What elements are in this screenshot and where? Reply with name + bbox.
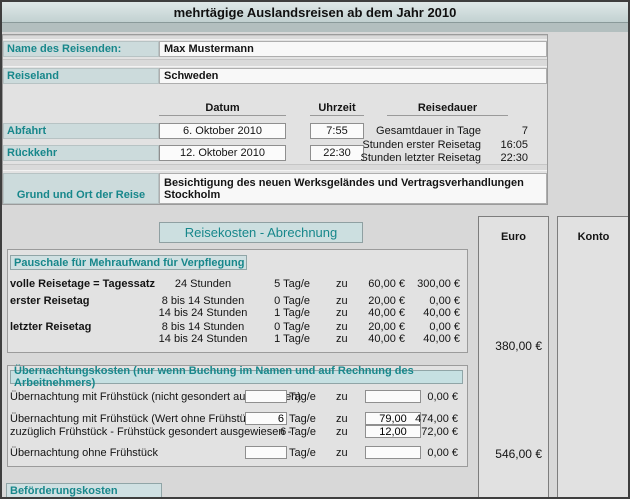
row-zu: zu	[336, 426, 348, 438]
row-days: 1 Tag/e	[238, 307, 310, 319]
spacer-row	[3, 164, 547, 171]
row-days: 5 Tag/e	[238, 278, 310, 290]
departure-date-field[interactable]: 6. Oktober 2010	[159, 123, 286, 139]
uebernachtung-header: Übernachtungskosten (nur wenn Buchung im…	[10, 370, 463, 384]
country-label: Reiseland	[3, 68, 159, 84]
row-zu: zu	[336, 447, 348, 459]
last-day-hours-label: Stunden letzter Reisetag	[358, 152, 481, 164]
verpflegung-section: Pauschale für Mehraufwand für Verpflegun…	[7, 249, 468, 353]
title-shadow-strip	[2, 23, 628, 32]
row-days: 1 Tag/e	[238, 333, 310, 345]
row-label: volle Reisetage = Tagessatz	[10, 278, 155, 290]
spacer-row	[3, 35, 547, 40]
traveler-name-field[interactable]: Max Mustermann	[159, 41, 547, 57]
row-zu: zu	[336, 413, 348, 425]
tag-suffix: Tag/e	[289, 413, 316, 425]
return-time-field[interactable]: 22:30	[310, 145, 364, 161]
tag-suffix: Tag/e	[289, 391, 316, 403]
row-amount: 0,00 €	[393, 447, 458, 459]
row-amount: 474,00 €	[393, 413, 458, 425]
row-days: 0 Tag/e	[238, 295, 310, 307]
row-amount: 0,00 €	[393, 321, 460, 333]
expense-form-window: mehrtägige Auslandsreisen ab dem Jahr 20…	[0, 0, 630, 499]
trip-reason-label: Grund und Ort der Reise	[3, 173, 159, 204]
total-days-value: 7	[483, 125, 528, 137]
spacer-row	[3, 59, 547, 67]
row-amount: 72,00 €	[393, 426, 458, 438]
konto-column-header: Konto	[558, 231, 629, 243]
first-day-hours-label: Stunden erster Reisetag	[358, 139, 481, 151]
verpflegung-total-euro: 380,00 €	[479, 339, 542, 353]
departure-label: Abfahrt	[3, 123, 159, 139]
row-amount: 300,00 €	[393, 278, 460, 290]
verpflegung-header: Pauschale für Mehraufwand für Verpflegun…	[10, 255, 247, 270]
befoerderung-header: Beförderungskosten	[6, 483, 162, 498]
trip-reason-line1: Besichtigung des neuen Werksgeländes und…	[164, 177, 524, 189]
uebernachtung-section: Übernachtungskosten (nur wenn Buchung im…	[7, 365, 468, 467]
tag-suffix: Tag/e	[289, 447, 316, 459]
row-label: Übernachtung mit Frühstück (Wert ohne Fr…	[10, 413, 260, 425]
row-amount: 0,00 €	[393, 295, 460, 307]
trip-reason-field[interactable]: Besichtigung des neuen Werksgeländes und…	[159, 173, 547, 204]
abrechnung-title: Reisekosten - Abrechnung	[159, 222, 363, 243]
total-days-label: Gesamtdauer in Tage	[358, 125, 481, 137]
first-day-hours-value: 16:05	[483, 139, 528, 151]
row-amount: 0,00 €	[393, 391, 458, 403]
column-header-reisedauer: Reisedauer	[387, 102, 508, 116]
column-header-uhrzeit: Uhrzeit	[310, 102, 364, 116]
row-days: 0 Tag/e	[238, 321, 310, 333]
days-input[interactable]	[245, 446, 287, 459]
trip-header-section: Name des Reisenden: Max Mustermann Reise…	[2, 34, 548, 205]
row-zu: zu	[336, 391, 348, 403]
return-label: Rückkehr	[3, 145, 159, 161]
column-header-datum: Datum	[159, 102, 286, 116]
row-amount: 40,00 €	[393, 307, 460, 319]
trip-reason-line2: Stockholm	[164, 189, 220, 201]
euro-column-header: Euro	[479, 231, 548, 243]
form-title: mehrtägige Auslandsreisen ab dem Jahr 20…	[2, 2, 628, 23]
uebernachtung-total-euro: 546,00 €	[479, 447, 542, 461]
euro-column: Euro 380,00 € 546,00 €	[478, 216, 549, 499]
last-day-hours-value: 22:30	[483, 152, 528, 164]
konto-column: Konto	[557, 216, 630, 499]
country-field[interactable]: Schweden	[159, 68, 547, 84]
days-input[interactable]	[245, 390, 287, 403]
row-days-text: 6 Tag/e	[245, 426, 316, 438]
return-date-field[interactable]: 12. Oktober 2010	[159, 145, 286, 161]
row-label: Übernachtung ohne Frühstück	[10, 447, 158, 459]
departure-time-field[interactable]: 7:55	[310, 123, 364, 139]
row-label: erster Reisetag	[10, 295, 90, 307]
row-amount: 40,00 €	[393, 333, 460, 345]
days-input[interactable]	[245, 412, 287, 425]
row-label: letzter Reisetag	[10, 321, 91, 333]
traveler-name-label: Name des Reisenden:	[3, 41, 159, 57]
